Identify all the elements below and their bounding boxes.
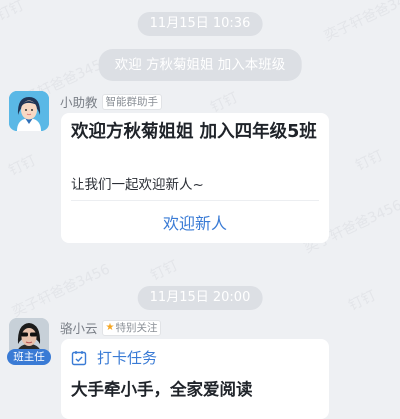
watermark: 钉钉 [353,147,386,175]
welcome-card: 欢迎方秋菊姐姐 加入四年级5班 让我们一起欢迎新人~ 欢迎新人 [61,113,329,243]
watermark: 奕子轩爸爸3456 [321,0,400,45]
sender-row: 骆小云 ★ 特别关注 [60,318,162,337]
sender-name[interactable]: 骆小云 [60,318,98,337]
sender-row: 小助教 智能群助手 [60,92,163,111]
checkin-task-card[interactable]: 打卡任务 大手牵小手，全家爱阅读 [61,339,329,419]
assistant-avatar-icon [9,91,49,131]
welcome-card-subtitle: 让我们一起欢迎新人~ [71,177,204,193]
watermark: 钉钉 [6,152,39,180]
timestamp: 11月15日 20:00 [137,286,263,310]
special-follow-label: 特别关注 [115,321,158,334]
watermark: 钉钉 [346,287,379,315]
bot-tag: 智能群助手 [101,93,163,110]
teacher-badge: 班主任 [7,349,51,365]
watermark: 钉钉 [148,257,181,285]
system-message: 欢迎 方秋菊姐姐 加入本班级 [98,49,302,81]
divider [71,200,319,201]
calendar-check-icon [71,350,87,365]
star-icon: ★ [105,321,115,333]
assistant-avatar[interactable] [9,91,49,131]
welcome-newcomer-button[interactable]: 欢迎新人 [61,210,329,234]
task-header: 打卡任务 [71,347,157,368]
watermark: 奕子轩爸爸3456 [9,261,113,321]
task-header-label: 打卡任务 [97,349,158,367]
task-title: 大手牵小手，全家爱阅读 [71,380,253,399]
timestamp: 11月15日 10:36 [137,12,263,36]
welcome-card-title: 欢迎方秋菊姐姐 加入四年级5班 [71,122,317,142]
sender-name[interactable]: 小助教 [60,92,98,111]
watermark: 钉钉 [0,0,27,25]
special-follow-tag: ★ 特别关注 [101,319,162,336]
